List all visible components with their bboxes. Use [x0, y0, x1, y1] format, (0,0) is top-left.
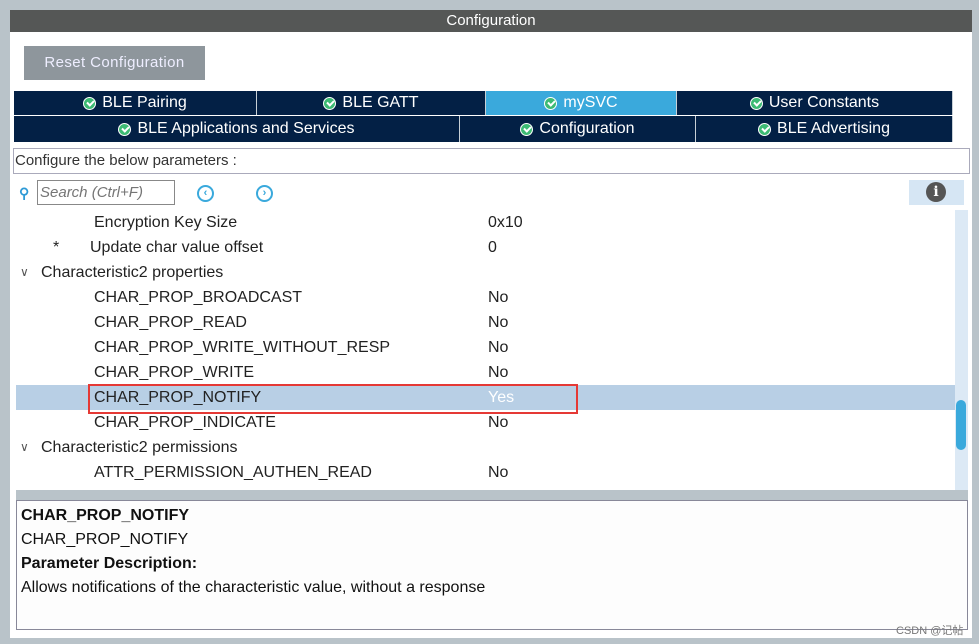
- next-result-icon[interactable]: ›: [256, 185, 273, 202]
- group-name: Characteristic2 permissions: [41, 439, 238, 456]
- tab-label: mySVC: [563, 94, 618, 111]
- tab-ble-pairing[interactable]: BLE Pairing: [14, 91, 257, 115]
- splitter[interactable]: [16, 490, 968, 500]
- tab-user-constants[interactable]: User Constants: [677, 91, 953, 115]
- search-input[interactable]: [37, 180, 175, 205]
- tab-configuration[interactable]: Configuration: [460, 116, 696, 142]
- param-row[interactable]: ATTR_PERMISSION_AUTHEN_READ No: [16, 460, 956, 485]
- tab-mysvc[interactable]: mySVC: [486, 91, 677, 115]
- description-heading: Parameter Description:: [21, 555, 198, 572]
- param-row[interactable]: * Update char value offset 0: [16, 235, 956, 260]
- tab-ble-advertising[interactable]: BLE Advertising: [696, 116, 953, 142]
- parameter-list: Encryption Key Size 0x10 * Update char val…: [16, 210, 956, 490]
- modified-marker: *: [53, 239, 60, 256]
- tab-label: BLE GATT: [342, 94, 419, 111]
- description-panel: CHAR_PROP_NOTIFY CHAR_PROP_NOTIFY Parame…: [16, 500, 968, 630]
- check-icon: [520, 122, 534, 136]
- param-row[interactable]: CHAR_PROP_WRITE_WITHOUT_RESP No: [16, 335, 956, 360]
- group-row[interactable]: ∨ Characteristic2 properties: [16, 260, 956, 285]
- param-name: CHAR_PROP_BROADCAST: [94, 289, 303, 306]
- check-icon: [749, 96, 763, 110]
- tab-ble-applications-and-services[interactable]: BLE Applications and Services: [14, 116, 460, 142]
- chevron-down-icon[interactable]: ∨: [20, 435, 29, 460]
- description-title: CHAR_PROP_NOTIFY: [21, 507, 190, 524]
- info-icon: i: [926, 182, 946, 202]
- description-text: Allows notifications of the characterist…: [21, 579, 486, 596]
- param-name: CHAR_PROP_WRITE_WITHOUT_RESP: [94, 339, 391, 356]
- configure-instructions: Configure the below parameters :: [13, 148, 970, 174]
- check-icon: [83, 96, 97, 110]
- param-value: No: [488, 339, 509, 356]
- chevron-down-icon[interactable]: ∨: [20, 260, 29, 285]
- info-button[interactable]: i: [909, 180, 964, 205]
- group-row[interactable]: ∨ Characteristic2 permissions: [16, 435, 956, 460]
- param-value: No: [488, 464, 509, 481]
- param-name: ATTR_PERMISSION_AUTHEN_READ: [94, 464, 372, 481]
- description-subtitle: CHAR_PROP_NOTIFY: [21, 531, 189, 548]
- check-icon: [758, 122, 772, 136]
- group-name: Characteristic2 properties: [41, 264, 224, 281]
- tab-label: User Constants: [768, 94, 880, 111]
- tab-label: BLE Pairing: [102, 94, 187, 111]
- param-value: No: [488, 364, 509, 381]
- reset-configuration-button[interactable]: Reset Configuration: [24, 46, 205, 80]
- param-name: Update char value offset: [90, 239, 264, 256]
- tab-ble-gatt[interactable]: BLE GATT: [257, 91, 486, 115]
- previous-result-icon[interactable]: ‹: [197, 185, 214, 202]
- param-name: CHAR_PROP_READ: [94, 314, 247, 331]
- check-icon: [544, 96, 558, 110]
- param-value: No: [488, 314, 509, 331]
- search-icon: ⚲: [19, 185, 30, 201]
- param-value: No: [488, 289, 509, 306]
- check-icon: [323, 96, 337, 110]
- highlight-box: [88, 384, 578, 414]
- tab-label: BLE Applications and Services: [137, 120, 355, 137]
- tab-label: BLE Advertising: [777, 120, 890, 137]
- param-row[interactable]: CHAR_PROP_BROADCAST No: [16, 285, 956, 310]
- param-row[interactable]: CHAR_PROP_WRITE No: [16, 360, 956, 385]
- check-icon: [118, 122, 132, 136]
- watermark: CSDN @记帖: [896, 625, 964, 637]
- param-value: 0x10: [488, 214, 523, 231]
- scrollbar-thumb[interactable]: [956, 400, 966, 450]
- param-row[interactable]: CHAR_PROP_READ No: [16, 310, 956, 335]
- param-value: 0: [488, 239, 497, 256]
- param-name: Encryption Key Size: [94, 214, 238, 231]
- param-name: CHAR_PROP_WRITE: [94, 364, 255, 381]
- tab-label: Configuration: [539, 120, 635, 137]
- param-row[interactable]: Encryption Key Size 0x10: [16, 210, 956, 235]
- configuration-panel: Configuration Reset Configuration BLE Pa…: [10, 10, 972, 638]
- window-title: Configuration: [10, 10, 972, 32]
